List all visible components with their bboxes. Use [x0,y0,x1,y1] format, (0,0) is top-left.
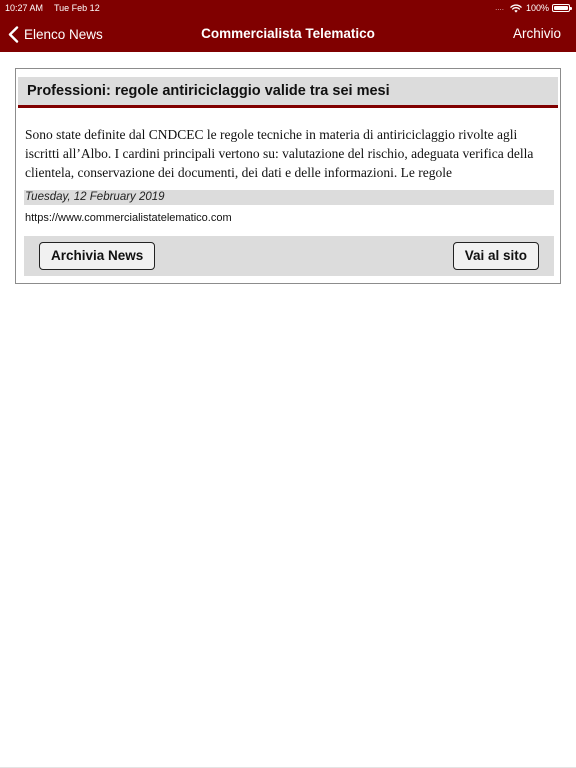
news-title: Professioni: regole antiriciclaggio vali… [27,83,390,99]
archive-nav-button[interactable]: Archivio [513,16,561,52]
news-url[interactable]: https://www.commercialistatelematico.com [25,211,232,225]
news-actions: Archivia News Vai al sito [24,236,554,276]
news-body: Sono state definite dal CNDCEC le regole… [25,127,534,180]
battery-icon [552,4,572,12]
news-date-row: Tuesday, 12 February 2019 [24,190,554,205]
chevron-left-icon [8,25,19,43]
navigation-bar: Elenco News Commercialista Telematico Ar… [0,16,576,52]
status-indicators: .... 100% [495,0,572,16]
wifi-icon [510,3,522,13]
signal-icon: .... [495,3,504,12]
archive-news-button[interactable]: Archivia News [39,242,156,270]
battery-level [554,6,568,10]
news-card: Professioni: regole antiriciclaggio vali… [15,68,561,284]
news-card-header: Professioni: regole antiriciclaggio vali… [18,77,558,108]
status-bar: 10:27 AM Tue Feb 12 .... 100% [0,0,576,16]
battery-nub [570,7,572,10]
top-bar: 10:27 AM Tue Feb 12 .... 100% Elenco New… [0,0,576,52]
back-button[interactable]: Elenco News [8,16,103,52]
status-date: Tue Feb 12 [54,3,100,13]
battery-percent: 100% [525,3,549,13]
back-button-label: Elenco News [24,26,103,42]
news-date: Tuesday, 12 February 2019 [25,191,165,203]
status-time: 10:27 AM [5,3,44,13]
visit-site-button[interactable]: Vai al sito [452,242,539,270]
app-screen: 10:27 AM Tue Feb 12 .... 100% Elenco New… [0,0,576,768]
